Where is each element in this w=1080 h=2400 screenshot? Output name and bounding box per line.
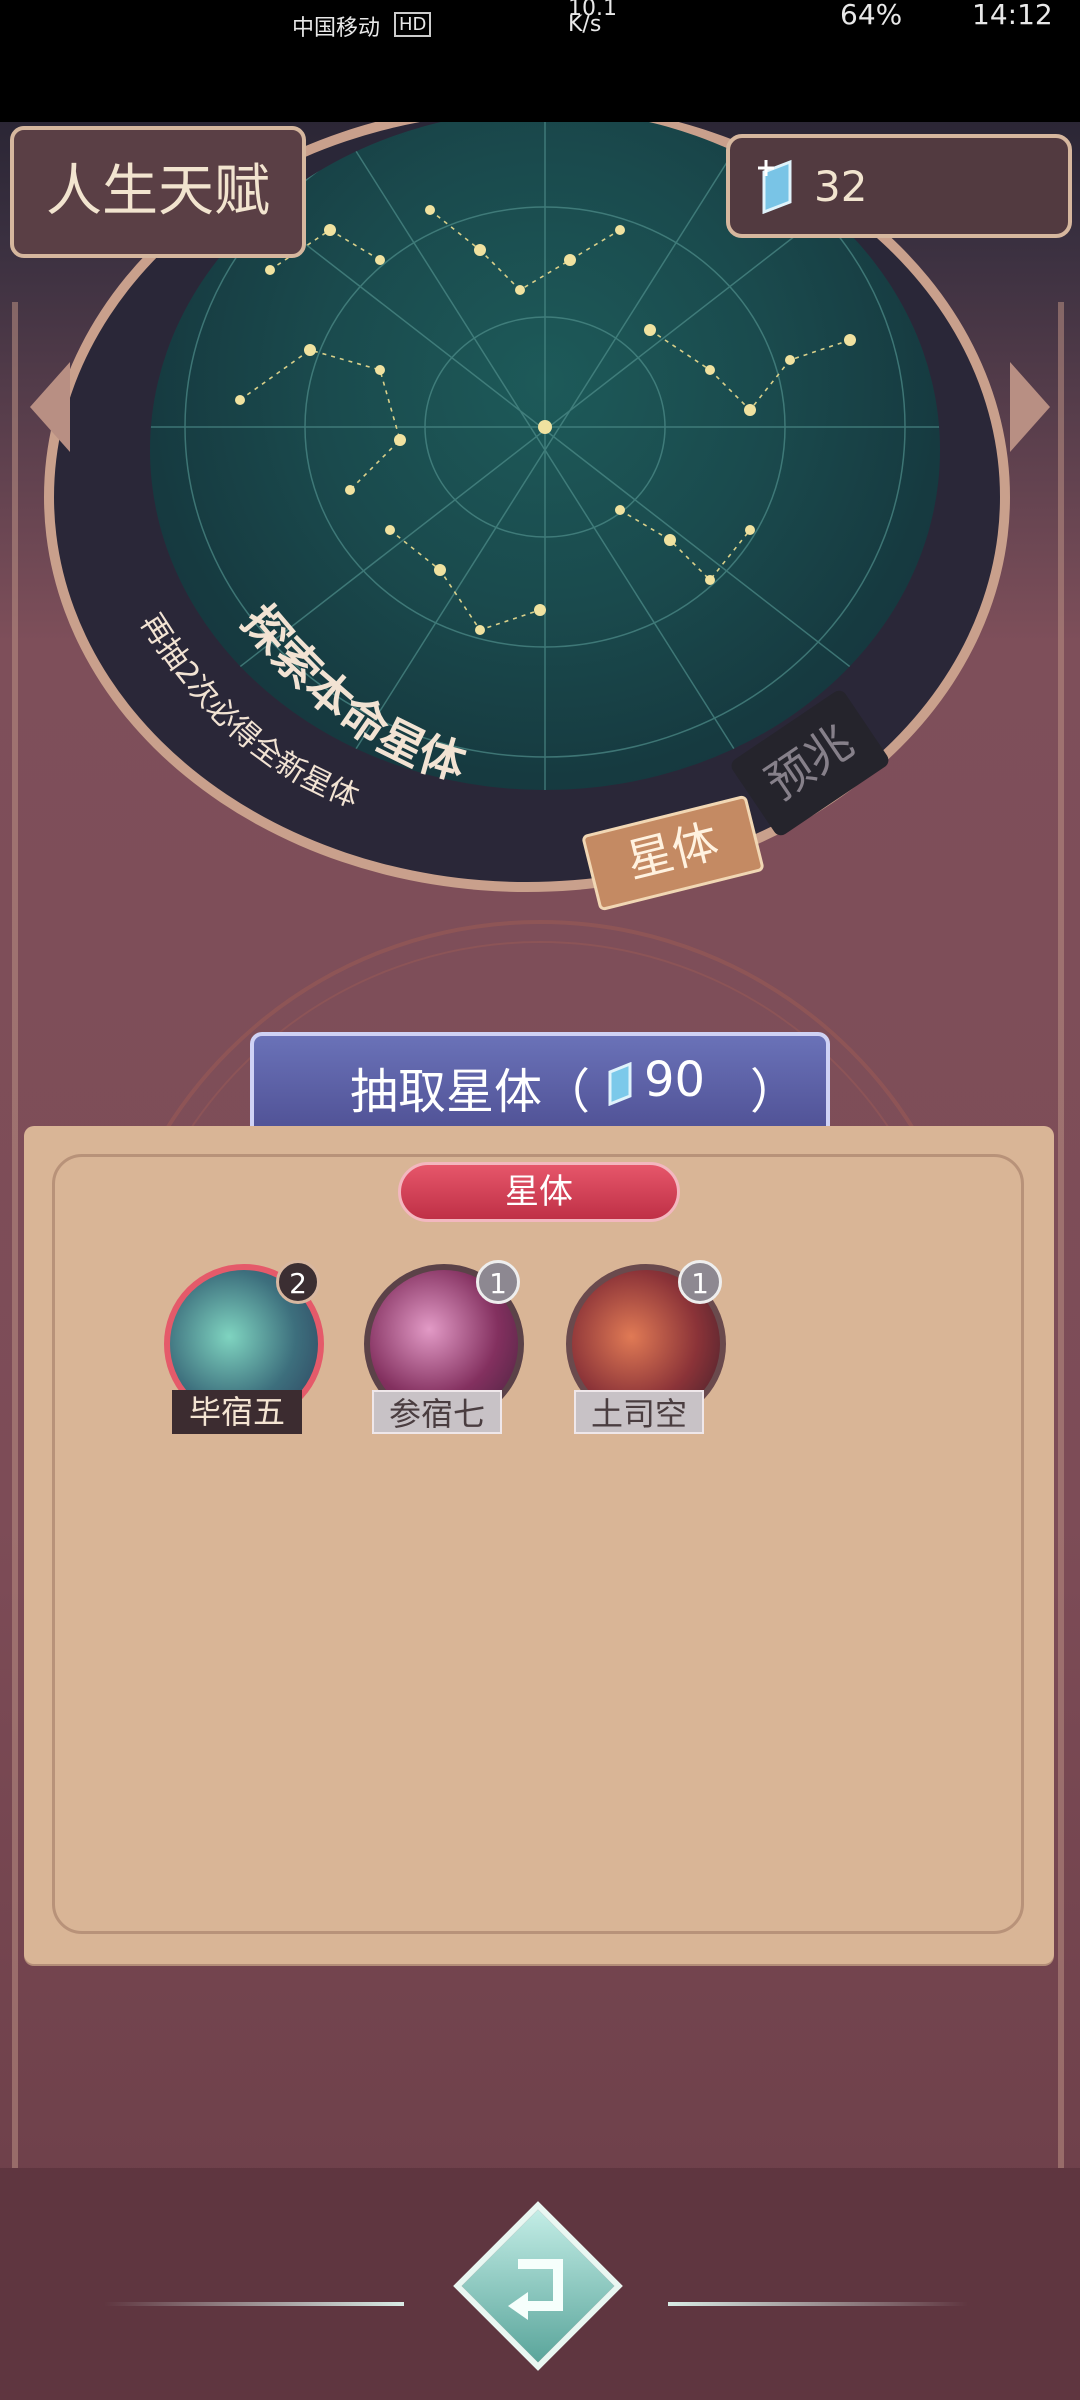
next-arrow-icon[interactable] bbox=[1010, 362, 1050, 452]
draw-paren: ） bbox=[750, 1064, 799, 1120]
carrier-label: 中国移动 bbox=[292, 16, 381, 41]
star-name: 土司空 bbox=[574, 1390, 704, 1434]
draw-cost: 90 bbox=[644, 1052, 706, 1108]
crystal-icon bbox=[758, 159, 792, 214]
count-badge: 1 bbox=[678, 1260, 722, 1304]
page-title: 人生天赋 bbox=[46, 159, 270, 224]
draw-label: 抽取星体（ bbox=[350, 1064, 591, 1120]
star-name: 参宿七 bbox=[372, 1390, 502, 1434]
count-badge: 1 bbox=[476, 1260, 520, 1304]
divider-right bbox=[668, 2302, 968, 2306]
panel-frame bbox=[52, 1154, 1024, 1934]
battery-percent: 64% bbox=[840, 0, 903, 31]
currency-display[interactable]: 32 bbox=[726, 134, 1072, 238]
divider-left bbox=[104, 2302, 404, 2306]
star-name: 毕宿五 bbox=[172, 1390, 302, 1434]
prev-arrow-icon[interactable] bbox=[30, 362, 70, 452]
star-inventory-panel: 星体 2 毕宿五 1 参宿七 1 土司空 bbox=[24, 1126, 1054, 1964]
hd-badge: HD bbox=[394, 12, 432, 37]
crystal-icon bbox=[608, 1062, 632, 1106]
back-arrow-icon bbox=[508, 2259, 563, 2320]
count-badge: 2 bbox=[276, 1260, 320, 1304]
game-screen: 探索本命星体 再抽2次必得全新星体 人生天赋 32 星体 预兆 抽取星体（ 90… bbox=[0, 122, 1080, 2400]
currency-value: 32 bbox=[814, 162, 868, 211]
status-bar: 中国移动 HD 10.1 K/s 64% 14:12 bbox=[0, 0, 1080, 122]
title-plate: 人生天赋 bbox=[10, 126, 306, 258]
clock: 14:12 bbox=[972, 0, 1053, 31]
panel-tab-star[interactable]: 星体 bbox=[398, 1162, 680, 1222]
net-unit: K/s bbox=[568, 12, 602, 37]
